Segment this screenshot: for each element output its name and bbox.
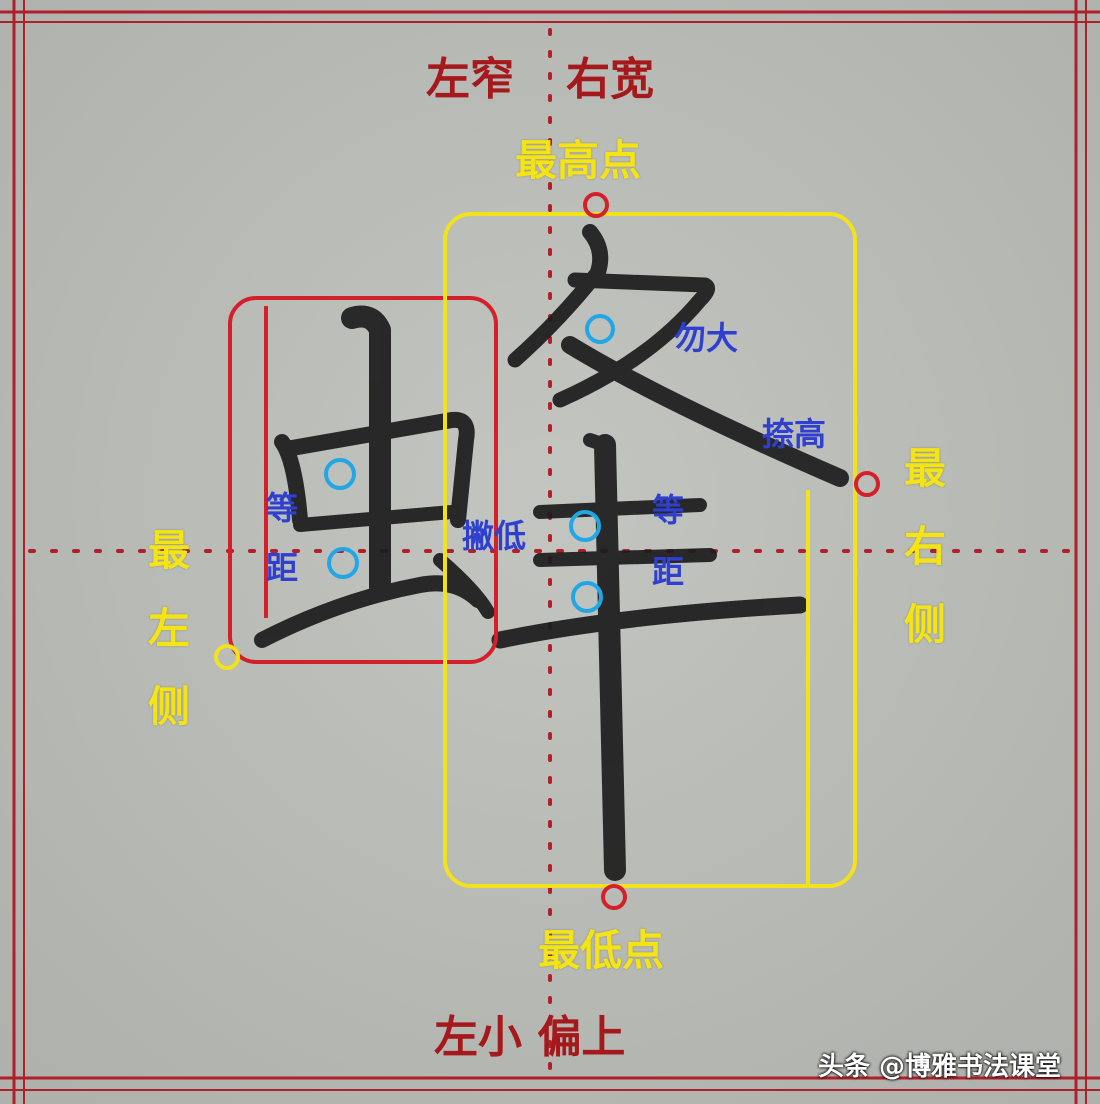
bottom-title: 左小 偏上 [434, 1012, 626, 1063]
right-side-char-1: 最 [903, 444, 946, 493]
calligraphy-diagram: 左窄 右宽 左小 偏上 最高点 最低点 最 左 侧 最 右 侧 勿大 捺高 撇低… [0, 0, 1100, 1104]
left-side-label: 最 左 侧 [146, 530, 192, 728]
equal-left-char-2: 距 [265, 549, 298, 587]
left-side-char-2: 左 [147, 604, 190, 653]
right-side-char-2: 右 [903, 522, 946, 571]
equal-spacing-left: 等 距 [262, 492, 302, 584]
equal-right-char-2: 距 [651, 553, 684, 591]
top-title-left: 左窄 [426, 54, 514, 105]
equal-spacing-right: 等 距 [648, 494, 688, 588]
equal-left-char-1: 等 [265, 489, 298, 527]
pie-di-label: 撇低 [462, 517, 527, 555]
right-side-label: 最 右 侧 [902, 448, 948, 646]
left-side-char-1: 最 [147, 526, 190, 575]
lowest-point-label: 最低点 [538, 926, 665, 975]
highest-point-label: 最高点 [515, 136, 642, 185]
left-side-char-3: 侧 [147, 682, 190, 731]
top-title-right: 右宽 [566, 54, 654, 105]
watermark: 头条 @博雅书法课堂 [818, 1052, 1062, 1082]
right-side-char-3: 侧 [903, 600, 946, 649]
na-gao-label: 捺高 [762, 415, 827, 453]
wu-da-label: 勿大 [674, 319, 739, 357]
equal-right-char-1: 等 [651, 491, 684, 529]
